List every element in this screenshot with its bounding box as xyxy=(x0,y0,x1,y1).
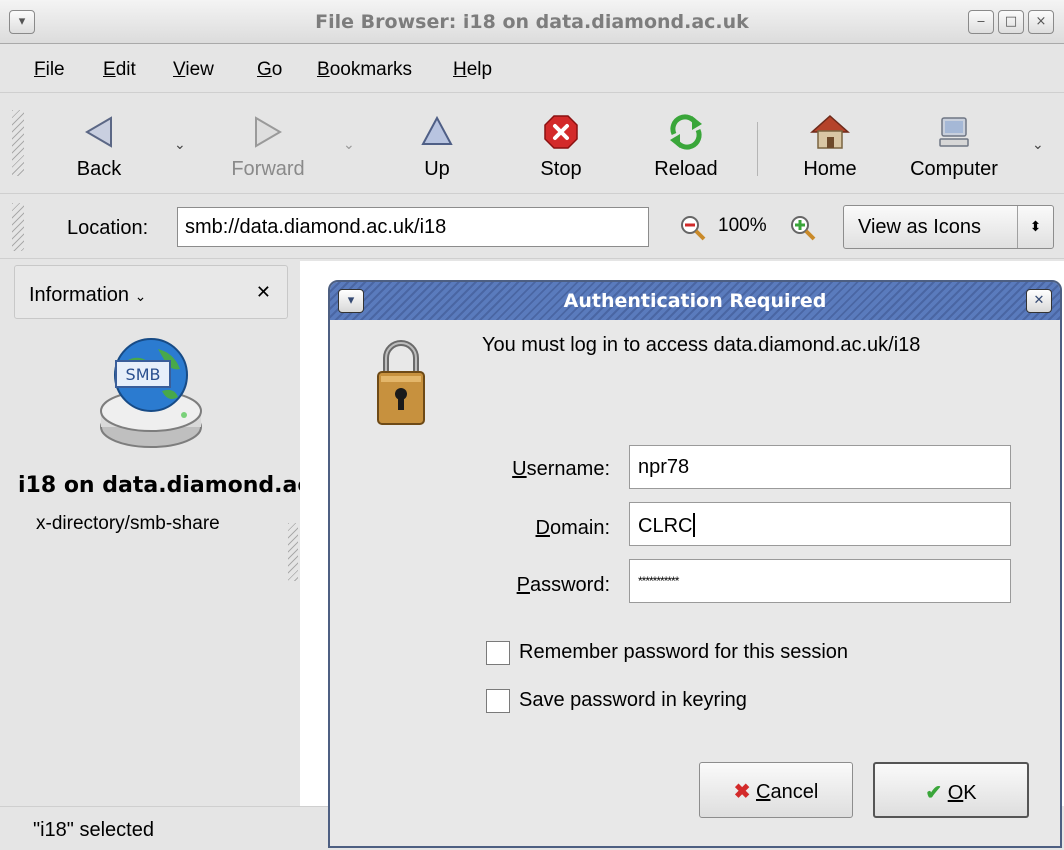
dialog-title: Authentication Required xyxy=(563,290,827,312)
menu-bar: File Edit View Go Bookmarks Help xyxy=(0,45,1064,93)
checkmark-icon: ✔ xyxy=(925,782,943,804)
side-pane-title: Information xyxy=(29,284,130,306)
save-keyring-checkbox[interactable] xyxy=(486,689,510,713)
select-arrow-icon: ⬍ xyxy=(1017,206,1053,248)
smb-share-icon: SMB xyxy=(100,338,202,448)
location-bar: Location: smb://data.diamond.ac.uk/i18 1… xyxy=(0,195,1064,259)
forward-button[interactable]: Forward xyxy=(220,112,316,181)
menu-bookmarks[interactable]: Bookmarks xyxy=(317,59,412,81)
dialog-titlebar: ▾ Authentication Required ✕ xyxy=(330,282,1060,320)
cancel-button[interactable]: ✖ Cancel xyxy=(699,762,853,818)
password-label: Password: xyxy=(516,574,610,596)
zoom-level[interactable]: 100% xyxy=(718,215,767,237)
share-name: i18 on data.diamond.ac.uk xyxy=(18,473,300,498)
svg-text:SMB: SMB xyxy=(126,365,161,384)
zoom-in-icon[interactable] xyxy=(790,215,816,241)
menu-view[interactable]: View xyxy=(173,59,214,81)
remember-session-label[interactable]: Remember password for this session xyxy=(519,641,848,664)
dialog-message: You must log in to access data.diamond.a… xyxy=(482,334,921,356)
toolbar-separator xyxy=(757,122,758,176)
locationbar-grip[interactable] xyxy=(12,203,24,251)
menu-edit[interactable]: Edit xyxy=(103,59,136,81)
menu-help[interactable]: Help xyxy=(453,59,492,81)
share-type: x-directory/smb-share xyxy=(36,513,220,534)
username-label: Username: xyxy=(512,458,610,480)
domain-field[interactable]: CLRC xyxy=(629,502,1011,546)
minimize-button[interactable]: ‒ xyxy=(968,10,994,34)
domain-label: Domain: xyxy=(535,517,610,539)
side-pane-header[interactable]: Information ⌄ ✕ xyxy=(14,265,288,319)
forward-arrow-icon xyxy=(255,116,282,148)
view-as-select[interactable]: View as Icons ⬍ xyxy=(843,205,1054,249)
zoom-out-icon[interactable] xyxy=(680,215,706,241)
computer-button[interactable]: Computer xyxy=(898,112,1010,181)
password-field[interactable]: *********** xyxy=(629,559,1011,603)
window-title: File Browser: i18 on data.diamond.ac.uk xyxy=(315,11,749,33)
home-icon xyxy=(810,114,850,149)
stop-icon xyxy=(544,115,578,149)
text-cursor xyxy=(693,513,696,537)
reload-icon xyxy=(670,114,702,150)
cancel-x-icon: ✖ xyxy=(733,781,751,803)
toolbar-grip[interactable] xyxy=(12,110,24,176)
ok-button[interactable]: ✔ OK xyxy=(873,762,1029,818)
dialog-close-button[interactable]: ✕ xyxy=(1026,289,1052,313)
maximize-button[interactable]: □ xyxy=(998,10,1024,34)
computer-icon xyxy=(939,117,969,147)
pane-resize-grip[interactable] xyxy=(288,523,298,581)
forward-history-chevron-icon[interactable]: ⌄ xyxy=(343,137,355,153)
back-button[interactable]: Back xyxy=(62,112,136,181)
lock-icon xyxy=(377,340,425,425)
username-field[interactable]: npr78 xyxy=(629,445,1011,489)
window-titlebar: ▾ File Browser: i18 on data.diamond.ac.u… xyxy=(0,0,1064,44)
save-keyring-label[interactable]: Save password in keyring xyxy=(519,689,747,712)
toolbar-overflow-chevron-icon[interactable]: ⌄ xyxy=(1032,137,1044,153)
menu-file[interactable]: File xyxy=(34,59,65,81)
location-input[interactable]: smb://data.diamond.ac.uk/i18 xyxy=(177,207,649,247)
back-history-chevron-icon[interactable]: ⌄ xyxy=(174,137,186,153)
side-pane: Information ⌄ ✕ SMB i18 on data.diamond.… xyxy=(0,261,300,806)
chevron-down-icon: ⌄ xyxy=(134,288,147,304)
back-arrow-icon xyxy=(85,116,112,148)
toolbar: Back ⌄ Forward ⌄ Up Stop Reload Home Com… xyxy=(0,94,1064,194)
home-button[interactable]: Home xyxy=(792,112,868,181)
close-window-button[interactable]: × xyxy=(1028,10,1054,34)
status-bar: "i18" selected xyxy=(0,806,330,850)
auth-dialog: ▾ Authentication Required ✕ You must log… xyxy=(328,280,1062,848)
up-button[interactable]: Up xyxy=(405,112,469,181)
close-pane-icon[interactable]: ✕ xyxy=(256,282,271,303)
status-text: "i18" selected xyxy=(33,819,154,841)
up-arrow-icon xyxy=(421,115,453,145)
menu-go[interactable]: Go xyxy=(257,59,282,81)
stop-button[interactable]: Stop xyxy=(526,112,596,181)
location-label: Location: xyxy=(67,217,149,239)
reload-button[interactable]: Reload xyxy=(643,112,729,181)
remember-session-checkbox[interactable] xyxy=(486,641,510,665)
